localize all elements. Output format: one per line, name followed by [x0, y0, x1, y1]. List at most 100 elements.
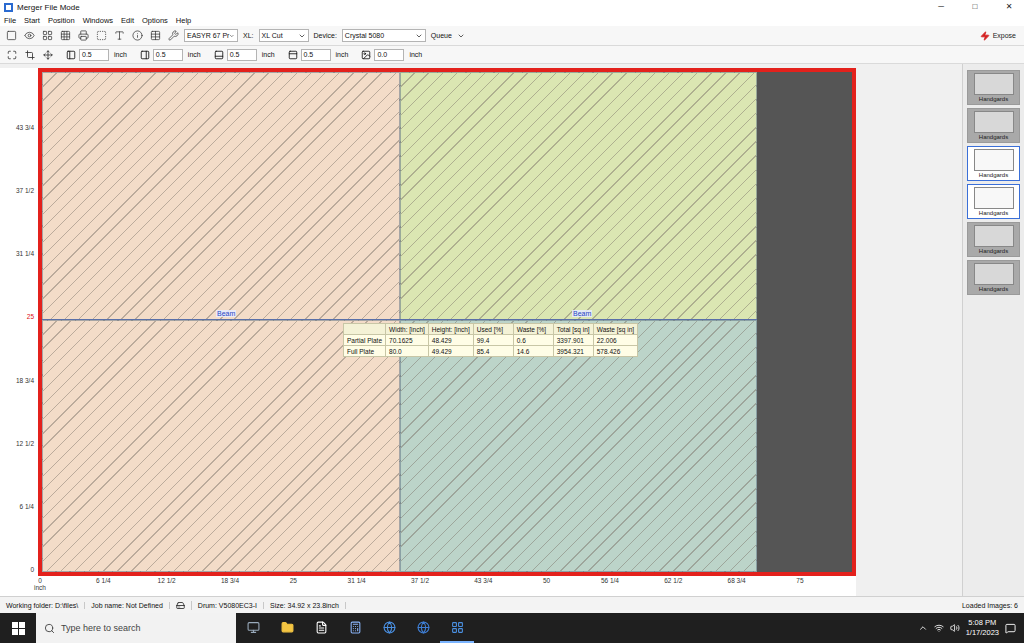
margin-group: 0.0inch — [361, 49, 424, 61]
margin-field[interactable]: 0.5 — [301, 49, 331, 61]
margin-side-icon — [140, 50, 150, 60]
start-button[interactable] — [0, 613, 36, 643]
menu-item[interactable]: Windows — [83, 16, 113, 25]
table-icon[interactable] — [148, 28, 163, 43]
template-select[interactable]: EASYR 67 Pr — [184, 29, 238, 42]
expose-button[interactable]: Expose — [976, 31, 1020, 41]
ruler-label: 37 1/2 — [405, 577, 435, 584]
fit-icon[interactable] — [4, 47, 19, 62]
taskbar-app[interactable] — [338, 613, 372, 643]
thumbnail-label: Handgards — [979, 209, 1008, 216]
window-control[interactable]: ✕ — [994, 0, 1024, 14]
network-icon[interactable] — [934, 623, 944, 633]
loaded-images: Loaded Images: 6 — [962, 602, 1024, 609]
table-cell: 48.429 — [428, 335, 473, 346]
window-control[interactable]: ─ — [926, 0, 956, 14]
ruler-label: 0inch — [25, 577, 55, 591]
queue-chevron-icon — [457, 32, 465, 40]
layout-icon[interactable] — [40, 28, 55, 43]
taskbar-app[interactable] — [236, 613, 270, 643]
page-area[interactable] — [400, 320, 757, 572]
select-icon[interactable] — [94, 28, 109, 43]
browser-icon — [417, 621, 430, 634]
thumbnail[interactable]: Handgards — [967, 222, 1020, 257]
thumbnail-image — [974, 111, 1014, 133]
expose-icon — [980, 31, 990, 41]
thumbnail[interactable]: Handgards — [967, 260, 1020, 295]
margin-field[interactable]: 0.5 — [227, 49, 257, 61]
tools-icon[interactable] — [166, 28, 181, 43]
margin-field[interactable]: 0.0 — [374, 49, 404, 61]
thumbnail[interactable]: Handgards — [967, 146, 1020, 181]
working-folder: Working folder: D:\files\ — [0, 602, 85, 609]
browser-icon — [383, 621, 396, 634]
menu-item[interactable]: Help — [176, 16, 191, 25]
status-bar: Working folder: D:\files\Job name: Not D… — [0, 596, 1024, 613]
taskbar-app[interactable] — [270, 613, 304, 643]
view-icon[interactable] — [22, 28, 37, 43]
page-area[interactable] — [42, 72, 400, 320]
menu-item[interactable]: Options — [142, 16, 168, 25]
table-cell: Full Plate — [344, 346, 386, 357]
table-header-cell: Total [sq in] — [553, 324, 593, 335]
crop-icon[interactable] — [22, 47, 37, 62]
table-cell: 85.4 — [473, 346, 513, 357]
app-logo-icon — [4, 3, 13, 12]
unused-strip — [757, 72, 852, 572]
table-header-cell: Width: [inch] — [386, 324, 429, 335]
plate-table: Width: [inch]Height: [inch]Used [%]Waste… — [343, 323, 638, 357]
notification-icon[interactable] — [1005, 623, 1016, 634]
taskbar-app[interactable] — [440, 613, 474, 643]
thumbnail[interactable]: Handgards — [967, 70, 1020, 105]
taskbar-search[interactable]: Type here to search — [36, 613, 236, 643]
drum-status — [170, 601, 192, 610]
unit-label: inch — [334, 51, 351, 58]
drum-name: Drum: V5080EC3-I — [192, 602, 264, 609]
windows-logo-icon — [12, 622, 25, 635]
xl-select[interactable]: XL Cut — [259, 29, 309, 42]
margin-field[interactable]: 0.5 — [153, 49, 183, 61]
plate-canvas[interactable]: BeamBeamWidth: [inch]Height: [inch]Used … — [38, 68, 856, 576]
queue-button[interactable]: Queue — [429, 32, 454, 39]
ruler-label: 43 3/4 — [0, 122, 38, 134]
grid-icon[interactable] — [58, 28, 73, 43]
page-area[interactable] — [400, 72, 757, 320]
menu-item[interactable]: File — [4, 16, 16, 25]
table-cell: 80.0 — [386, 346, 429, 357]
table-cell: 0.6 — [513, 335, 553, 346]
move-icon[interactable] — [40, 47, 55, 62]
taskbar-app[interactable] — [406, 613, 440, 643]
margin-field[interactable]: 0.5 — [79, 49, 109, 61]
device-select[interactable]: Crystal 5080 — [342, 29, 426, 42]
taskbar-app[interactable] — [304, 613, 338, 643]
tray-expand-icon[interactable] — [918, 623, 928, 633]
ruler-label: 25 — [0, 311, 38, 323]
margin-side-icon — [214, 50, 224, 60]
thumbnail[interactable]: Handgards — [967, 108, 1020, 143]
folder-icon — [281, 621, 294, 634]
print-icon[interactable] — [76, 28, 91, 43]
text-icon[interactable] — [112, 28, 127, 43]
main-toolbar: EASYR 67 PrXL:XL CutDevice:Crystal 5080Q… — [0, 26, 1024, 46]
menu-item[interactable]: Edit — [121, 16, 134, 25]
new-icon[interactable] — [4, 28, 19, 43]
beam-line[interactable] — [42, 319, 757, 320]
menu-item[interactable]: Position — [48, 16, 75, 25]
ruler-label: 43 3/4 — [468, 577, 498, 584]
thumbnail-image — [974, 225, 1014, 247]
chevron-down-icon — [229, 32, 235, 40]
system-tray: 5:08 PM1/17/2023 — [918, 618, 1024, 638]
menu-item[interactable]: Start — [24, 16, 40, 25]
thumbnail-label: Handgards — [979, 285, 1008, 292]
thumbnail[interactable]: Handgards — [967, 184, 1020, 219]
clock-date: 1/17/2023 — [966, 628, 999, 638]
taskbar-app[interactable] — [372, 613, 406, 643]
clock[interactable]: 5:08 PM1/17/2023 — [966, 618, 999, 638]
thumbnail-label: Handgards — [979, 95, 1008, 102]
info-icon[interactable] — [130, 28, 145, 43]
window-control[interactable]: □ — [960, 0, 990, 14]
ruler-label: 6 1/4 — [0, 501, 38, 513]
table-cell: 99.4 — [473, 335, 513, 346]
page-area[interactable] — [42, 320, 400, 572]
volume-icon[interactable] — [950, 623, 960, 633]
